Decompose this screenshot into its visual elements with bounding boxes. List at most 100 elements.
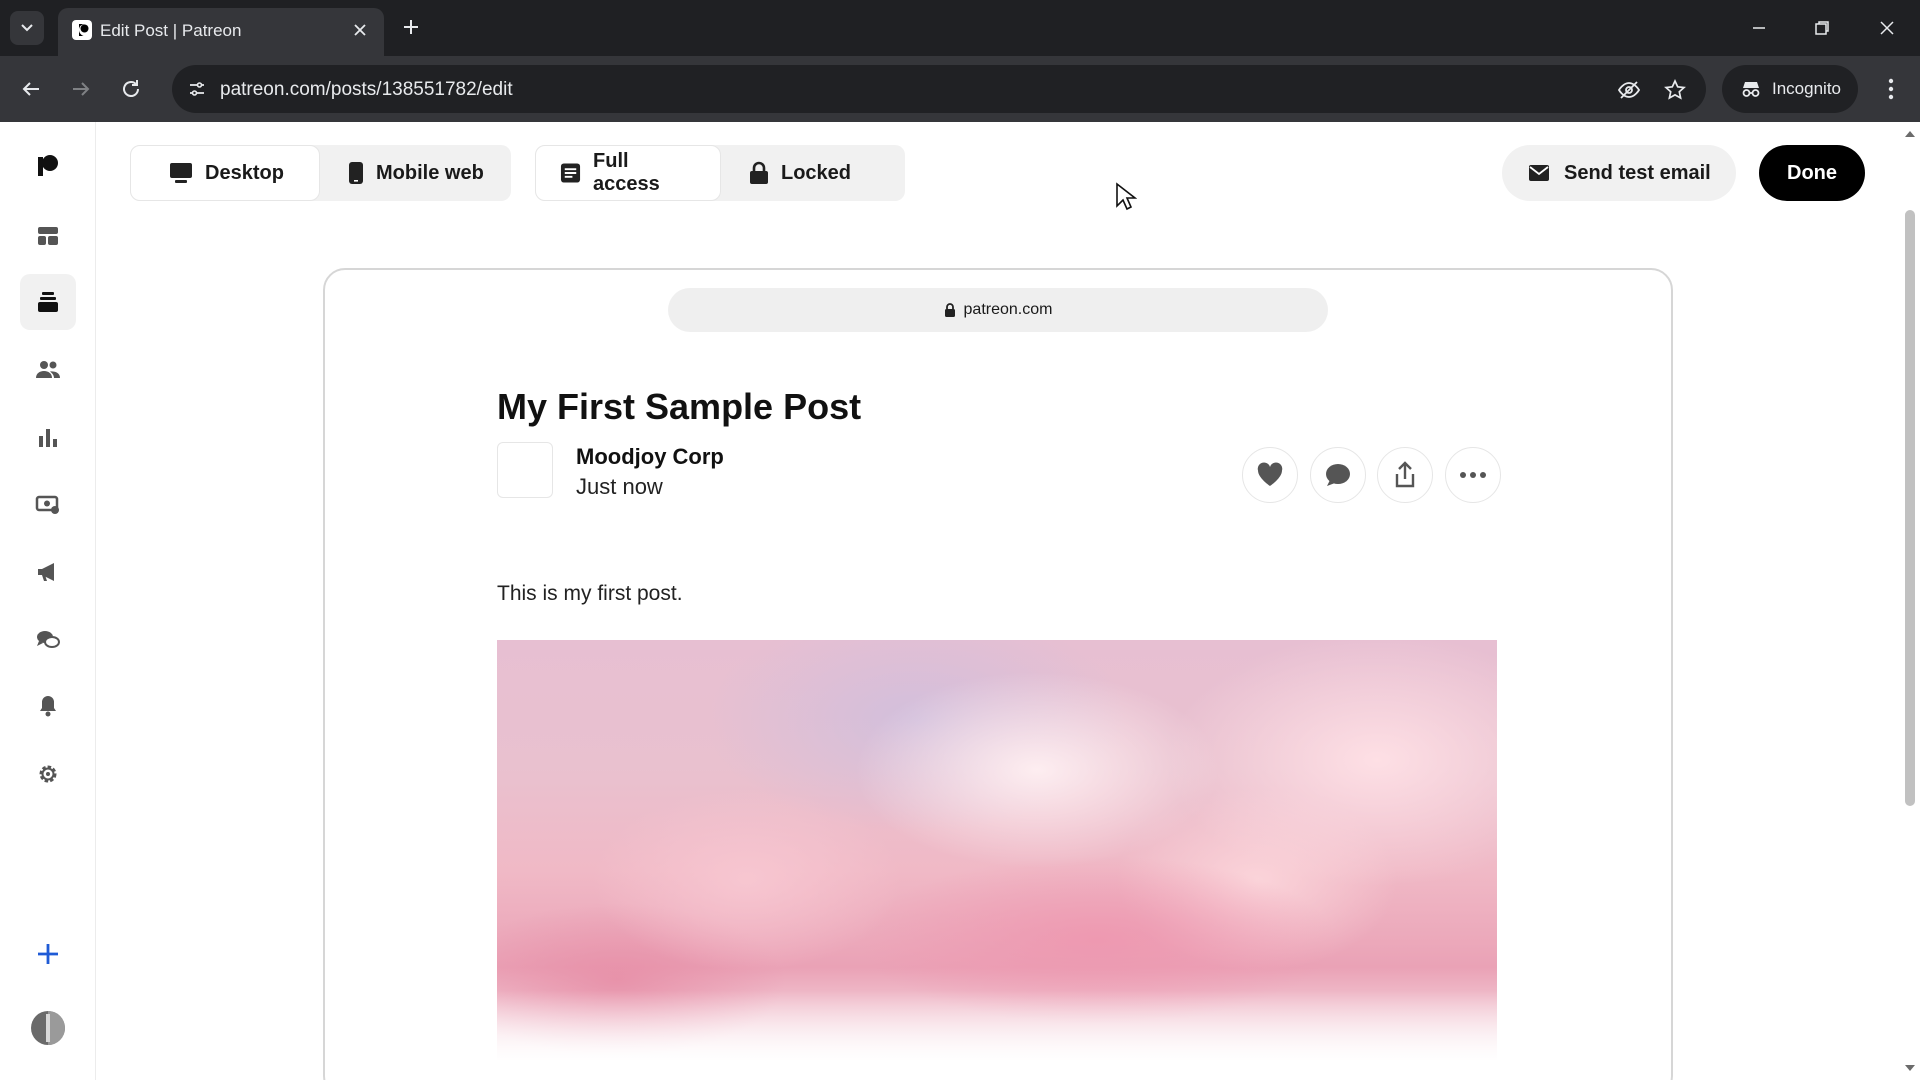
scrollbar-thumb[interactable] [1905,210,1915,806]
forward-button[interactable] [66,74,96,104]
sidebar-item-chats[interactable] [20,612,76,668]
share-icon [1395,461,1415,488]
view-desktop-label: Desktop [205,161,284,184]
site-info-button[interactable] [182,74,212,104]
full-access-button[interactable]: Full access [535,145,721,201]
view-mobile-button[interactable]: Mobile web [320,145,510,201]
url-text: patreon.com/posts/138551782/edit [220,79,513,100]
mail-icon [1529,165,1549,181]
more-vertical-icon [1888,78,1894,100]
reload-button[interactable] [116,74,146,104]
view-desktop-button[interactable]: Desktop [130,145,320,201]
bookmark-button[interactable] [1662,77,1688,103]
post-time: Just now [576,474,663,499]
page-scrollbar[interactable] [1900,122,1920,1080]
post-preview-frame: patreon.com My First Sample Post Moodjoy… [323,268,1673,1080]
share-button[interactable] [1377,447,1433,503]
plus-icon [404,20,418,34]
app-sidebar [0,122,96,1080]
sidebar-item-insights[interactable] [20,410,76,466]
send-test-email-button[interactable]: Send test email [1502,145,1736,201]
scroll-down-arrow-icon[interactable] [1904,1062,1916,1074]
full-access-label: Full access [593,150,660,195]
scroll-up-arrow-icon[interactable] [1904,128,1916,140]
preview-url-bar: patreon.com [668,288,1328,332]
more-options-button[interactable] [1445,447,1501,503]
more-horizontal-icon [1460,472,1486,478]
tab-title: Edit Post | Patreon [100,21,242,40]
library-icon [38,292,58,312]
tracking-protection-button[interactable] [1616,77,1642,103]
view-mobile-label: Mobile web [376,161,484,184]
close-icon [1880,21,1894,35]
chats-icon [37,631,60,648]
patreon-favicon-icon [72,20,92,40]
tab-search-button[interactable] [10,11,44,45]
promotions-icon [38,563,54,581]
lock-icon [750,161,768,184]
tune-icon [190,82,204,96]
arrow-left-icon [22,82,39,96]
profile-avatar[interactable] [20,1000,76,1056]
insights-icon [39,429,57,447]
star-icon [1664,79,1686,100]
browser-tab-bar: Edit Post | Patreon [0,0,1920,56]
comment-button[interactable] [1310,447,1366,503]
incognito-label: Incognito [1772,79,1841,98]
chevron-down-icon [21,24,33,32]
new-tab-button[interactable] [398,14,424,40]
heart-icon [1257,462,1283,486]
post-body-text: This is my first post. [497,582,683,605]
mobile-icon [349,162,363,184]
minimize-icon [1753,27,1765,29]
plus-icon [38,944,58,964]
sidebar-item-payouts[interactable] [20,476,76,532]
locked-button[interactable]: Locked [721,145,905,201]
sidebar-item-settings[interactable] [20,746,76,802]
browser-toolbar: patreon.com/posts/138551782/edit Incogni… [0,56,1920,122]
sidebar-item-promotions[interactable] [20,544,76,600]
desktop-icon [170,163,192,183]
document-icon [560,163,581,183]
post-author[interactable]: Moodjoy Corp [576,444,724,470]
sidebar-item-dashboard[interactable] [20,208,76,264]
address-bar[interactable]: patreon.com/posts/138551782/edit [172,65,1706,113]
browser-menu-button[interactable] [1876,74,1906,104]
post-title: My First Sample Post [497,386,862,427]
patreon-logo-icon [38,155,58,176]
back-button[interactable] [16,74,46,104]
eye-off-icon [1617,81,1641,99]
lock-icon [944,303,955,317]
sidebar-item-library[interactable] [20,274,76,330]
payouts-icon [35,495,59,514]
audience-icon [36,361,60,378]
incognito-icon [1742,82,1760,97]
incognito-button[interactable]: Incognito [1722,65,1858,113]
done-button[interactable]: Done [1759,145,1865,201]
send-test-email-label: Send test email [1564,161,1711,184]
sidebar-item-audience[interactable] [20,342,76,398]
minimize-button[interactable] [1745,14,1773,42]
browser-tab[interactable]: Edit Post | Patreon [58,8,384,56]
gear-icon [39,765,57,783]
sidebar-item-notifications[interactable] [20,678,76,734]
tab-close-button[interactable] [348,18,372,42]
comment-icon [1326,464,1350,486]
restore-button[interactable] [1808,14,1836,42]
bell-icon [40,696,56,717]
create-button[interactable] [20,926,76,982]
avatar-icon [31,1011,65,1045]
locked-label: Locked [781,161,852,184]
arrow-right-icon [73,82,90,96]
like-button[interactable] [1242,447,1298,503]
patreon-logo[interactable] [20,138,76,194]
creator-avatar [497,442,553,498]
restore-icon [1815,21,1829,35]
preview-domain: patreon.com [963,301,1053,318]
dashboard-icon [38,227,58,245]
mouse-cursor-icon [1116,182,1137,211]
view-mode-toggle: Desktop Mobile web [130,145,511,201]
close-window-button[interactable] [1873,14,1901,42]
close-icon [354,24,366,36]
post-image-pink-clouds [497,640,1497,1060]
